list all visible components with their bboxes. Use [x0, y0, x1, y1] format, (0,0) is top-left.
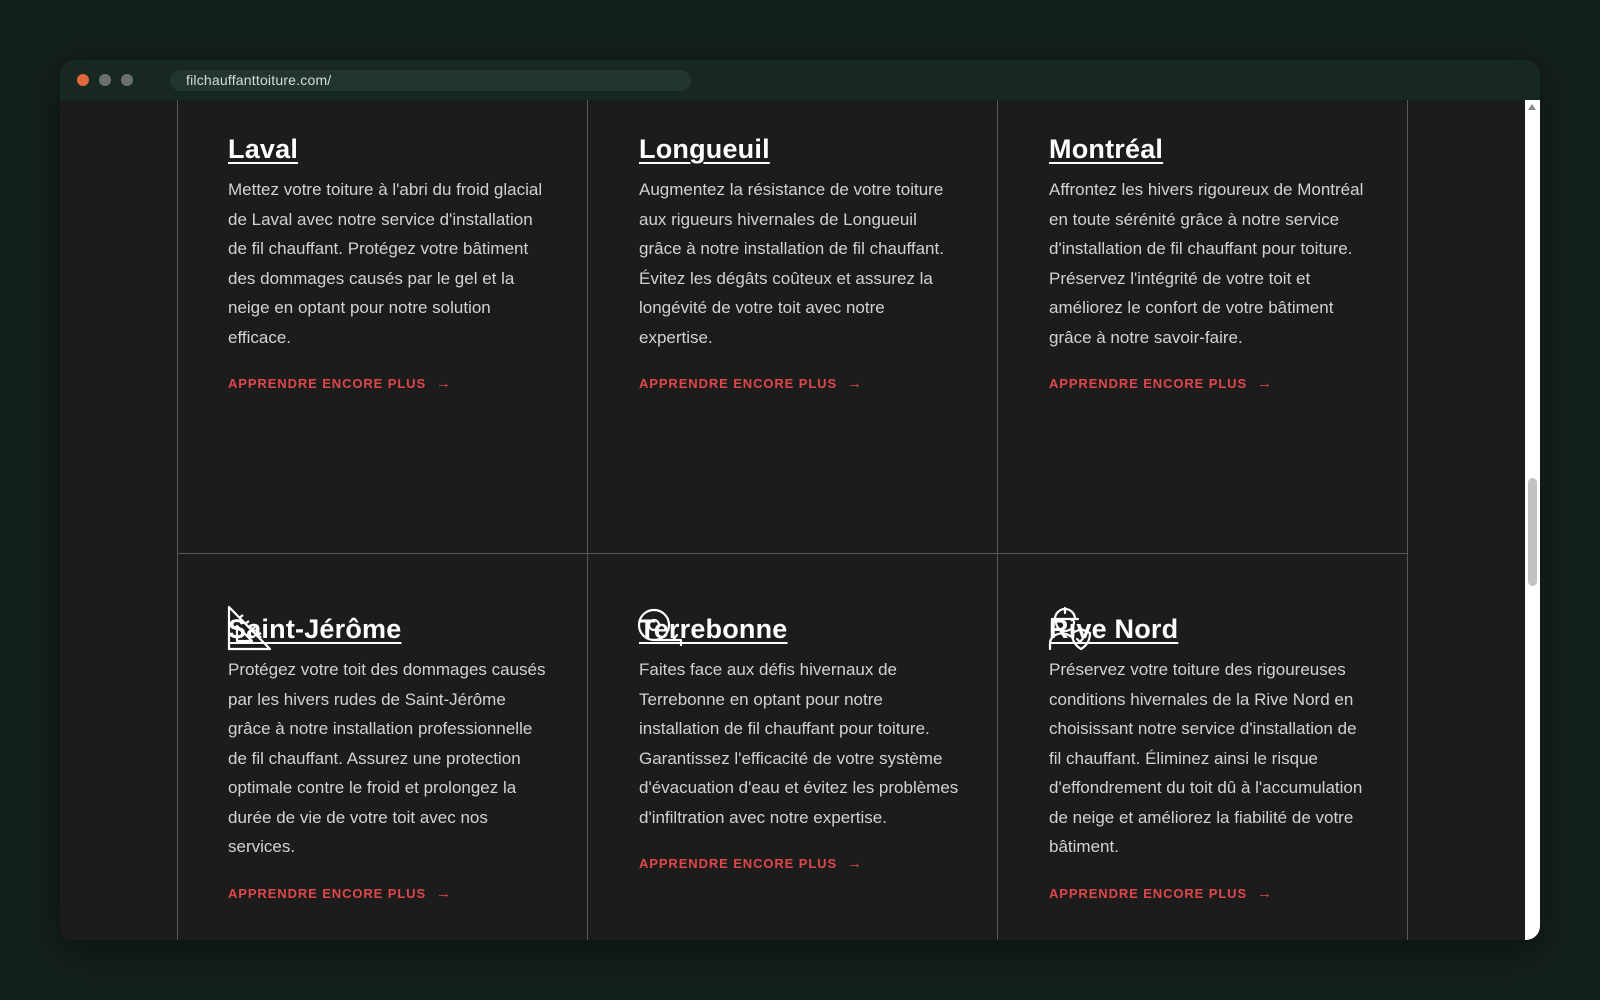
learn-more-label: APPRENDRE ENCORE PLUS	[228, 376, 427, 391]
arrow-right-icon: →	[847, 855, 863, 872]
minimize-window-button[interactable]	[99, 74, 111, 86]
city-title-link[interactable]: Montréal	[1049, 134, 1163, 165]
grid-divider	[587, 100, 588, 940]
browser-titlebar: filchauffanttoiture.com/	[60, 60, 1540, 100]
grid-divider	[177, 100, 178, 940]
scroll-up-arrow-icon[interactable]	[1528, 104, 1536, 110]
learn-more-label: APPRENDRE ENCORE PLUS	[1049, 376, 1248, 391]
arrow-right-icon: →	[847, 375, 863, 392]
city-card-rive-nord: Rive Nord Préservez votre toiture des ri…	[1049, 614, 1369, 903]
city-description: Préservez votre toiture des rigoureuses …	[1049, 660, 1363, 856]
learn-more-link[interactable]: APPRENDRE ENCORE PLUS →	[1049, 885, 1273, 902]
learn-more-link[interactable]: APPRENDRE ENCORE PLUS →	[639, 375, 863, 392]
arrow-right-icon: →	[1257, 884, 1273, 902]
city-title-link[interactable]: Laval	[228, 134, 298, 165]
address-bar[interactable]: filchauffanttoiture.com/	[170, 70, 691, 91]
learn-more-link[interactable]: APPRENDRE ENCORE PLUS →	[1049, 375, 1273, 392]
maximize-window-button[interactable]	[121, 74, 133, 86]
city-description: Affrontez les hivers rigoureux de Montré…	[1049, 180, 1364, 347]
arrow-right-icon: →	[436, 375, 452, 392]
scrollbar-thumb[interactable]	[1528, 478, 1537, 586]
city-card-saint-jerome: Saint-Jérôme Protégez votre toit des dom…	[228, 614, 548, 903]
learn-more-link[interactable]: APPRENDRE ENCORE PLUS →	[639, 855, 863, 872]
page-content: Laval Mettez votre toiture à l'abri du f…	[60, 100, 1525, 940]
arrow-right-icon: →	[436, 884, 452, 902]
learn-more-label: APPRENDRE ENCORE PLUS	[228, 885, 427, 901]
city-description: Mettez votre toiture à l'abri du froid g…	[228, 180, 543, 347]
learn-more-label: APPRENDRE ENCORE PLUS	[1049, 885, 1248, 901]
city-card-terrebonne: Terrebonne Faites face aux défis hiverna…	[639, 614, 959, 873]
city-description: Augmentez la résistance de votre toiture…	[639, 180, 944, 347]
arrow-right-icon: →	[1257, 375, 1273, 392]
city-card-longueuil: Longueuil Augmentez la résistance de vot…	[639, 134, 959, 393]
city-description: Protégez votre toit des dommages causés …	[228, 660, 546, 856]
vertical-scrollbar[interactable]	[1525, 100, 1540, 940]
learn-more-link[interactable]: APPRENDRE ENCORE PLUS →	[228, 375, 452, 392]
city-card-montreal: Montréal Affrontez les hivers rigoureux …	[1049, 134, 1369, 393]
city-title-link[interactable]: Longueuil	[639, 134, 770, 165]
city-title-link[interactable]: Saint-Jérôme	[228, 614, 401, 645]
city-card-laval: Laval Mettez votre toiture à l'abri du f…	[228, 134, 548, 393]
grid-divider	[1407, 100, 1408, 940]
browser-window: filchauffanttoiture.com/ Laval Mettez vo…	[60, 60, 1540, 940]
city-description: Faites face aux défis hivernaux de Terre…	[639, 660, 959, 827]
learn-more-label: APPRENDRE ENCORE PLUS	[639, 856, 838, 871]
learn-more-link[interactable]: APPRENDRE ENCORE PLUS →	[228, 885, 452, 902]
close-window-button[interactable]	[77, 74, 89, 86]
city-title-link[interactable]: Terrebonne	[639, 614, 788, 645]
city-title-link[interactable]: Rive Nord	[1049, 614, 1178, 645]
grid-divider	[997, 100, 998, 940]
grid-divider-horizontal	[177, 553, 1408, 554]
learn-more-label: APPRENDRE ENCORE PLUS	[639, 376, 838, 391]
